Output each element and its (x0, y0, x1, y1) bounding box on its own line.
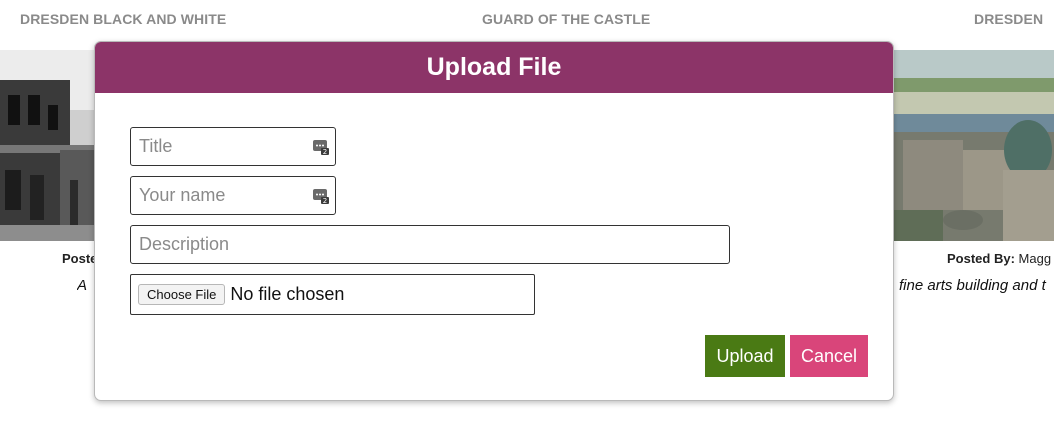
name-input[interactable] (131, 177, 335, 214)
description-input[interactable] (131, 226, 729, 263)
cancel-button[interactable]: Cancel (790, 335, 868, 377)
choose-file-button[interactable]: Choose File (138, 284, 226, 305)
upload-button[interactable]: Upload (705, 335, 785, 377)
modal-title: Upload File (426, 53, 562, 81)
right-caption: fine arts building and t (899, 277, 1046, 294)
name-field[interactable]: 2 (130, 176, 336, 215)
gallery-title-2[interactable]: GUARD OF THE CASTLE (482, 11, 650, 27)
dresden-aerial-photo[interactable] (893, 50, 1054, 241)
file-status: No file chosen (230, 284, 345, 304)
chat-badge-icon[interactable]: 2 (313, 188, 329, 205)
chat-badge-icon[interactable]: 2 (313, 139, 329, 156)
gallery-title-3[interactable]: DRESDEN (974, 11, 1043, 27)
left-posted-label: Poste (62, 251, 98, 266)
modal-header: Upload File (95, 42, 893, 93)
dresden-bw-photo[interactable] (0, 50, 96, 241)
right-posted-name: Magg (1018, 251, 1052, 266)
upload-modal: Upload File 2 2 Choose File No (94, 41, 894, 401)
description-field[interactable] (130, 225, 730, 264)
svg-text:2: 2 (323, 148, 327, 155)
svg-text:2: 2 (323, 197, 327, 204)
gallery-title-1[interactable]: DRESDEN BLACK AND WHITE (20, 11, 226, 27)
right-posted-by: Posted By: Magg (947, 251, 1052, 266)
file-picker[interactable]: Choose File No file chosen (130, 274, 535, 315)
title-field[interactable]: 2 (130, 127, 336, 166)
left-caption: A (77, 277, 88, 294)
title-input[interactable] (131, 128, 335, 165)
